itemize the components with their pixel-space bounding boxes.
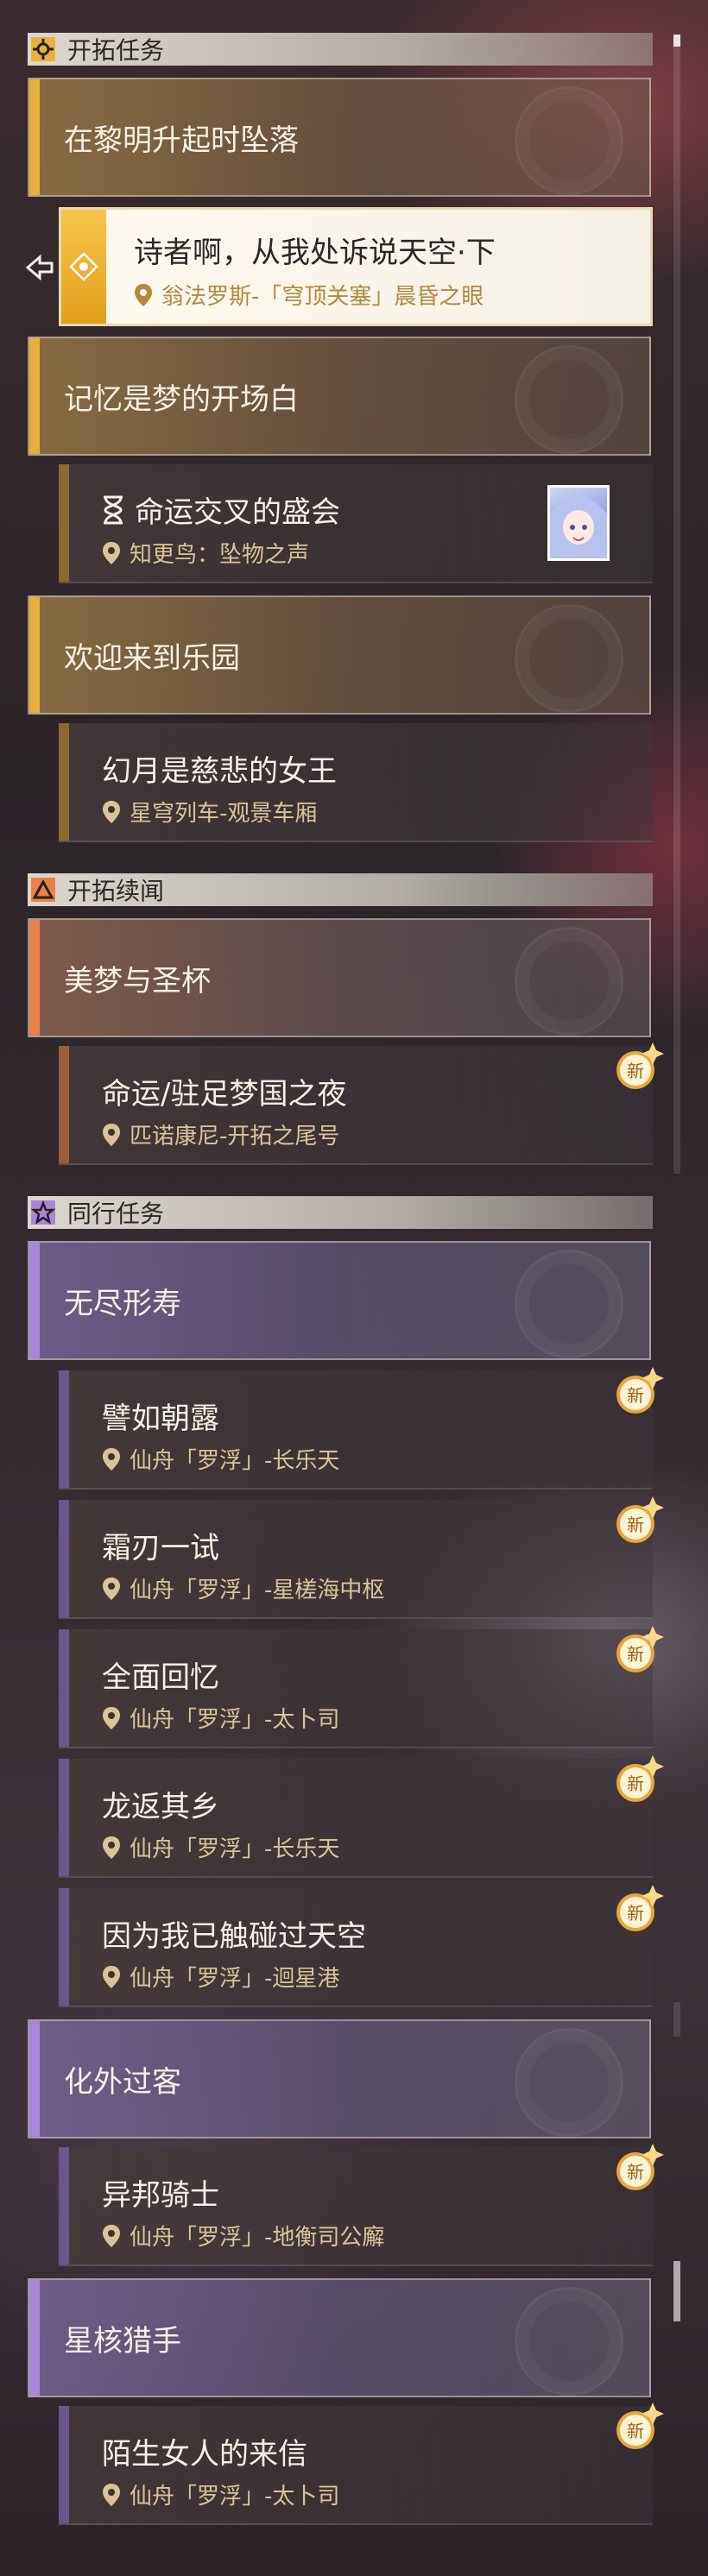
- trailblaze-icon: [29, 35, 57, 63]
- scrollbar-track[interactable]: [673, 2002, 680, 2037]
- quest-title: 诗者啊，从我处诉说天空·下: [134, 236, 496, 270]
- quest-location: 翁法罗斯-「穹顶关塞」晨昏之眼: [134, 279, 484, 311]
- quest-item[interactable]: 龙返其乡 仙舟「罗浮」-长乐天 新: [59, 1755, 664, 1878]
- group-title: 星核猎手: [64, 2323, 181, 2359]
- section-header-trailblaze: 开拓任务: [28, 33, 653, 66]
- quest-location: 仙舟「罗浮」-星槎海中枢: [102, 1572, 384, 1604]
- svg-text:新: 新: [627, 1385, 644, 1406]
- quest-location: 仙舟「罗浮」-长乐天: [102, 1443, 339, 1475]
- new-badge: 新: [616, 2144, 664, 2190]
- svg-text:新: 新: [627, 1061, 644, 1081]
- location-pin-icon: [103, 1836, 120, 1859]
- group-title: 记忆是梦的开场白: [64, 381, 299, 417]
- group-title: 美梦与圣杯: [64, 963, 211, 998]
- quest-title: 龙返其乡: [102, 1790, 219, 1824]
- quest-title: 异邦骑士: [102, 2178, 219, 2213]
- quest-location: 匹诺康尼-开拓之尾号: [102, 1118, 339, 1150]
- svg-text:新: 新: [627, 1773, 644, 1794]
- quest-location: 仙舟「罗浮」-地衡司公廨: [102, 2220, 384, 2252]
- quest-item[interactable]: 幻月是慈悲的女王 星穹列车-观景车厢: [59, 723, 653, 842]
- group-emblem-icon: [515, 604, 623, 713]
- quest-group-header[interactable]: 星核猎手: [28, 2278, 651, 2397]
- scrollbar-thumb[interactable]: [673, 35, 680, 47]
- location-pin-icon: [135, 283, 152, 306]
- quest-location: 仙舟「罗浮」-太卜司: [102, 2478, 339, 2510]
- quest-item[interactable]: 陌生女人的来信 仙舟「罗浮」-太卜司 新: [59, 2403, 664, 2525]
- quest-location: 星穹列车-观景车厢: [102, 796, 317, 828]
- quest-title: 陌生女人的来信: [102, 2437, 307, 2472]
- quest-item[interactable]: 异邦骑士 仙舟「罗浮」-地衡司公廨 新: [59, 2144, 664, 2266]
- scrollbar-track[interactable]: [673, 35, 680, 1174]
- triangle-icon: [29, 876, 57, 904]
- active-quest[interactable]: 诗者啊，从我处诉说天空·下 翁法罗斯-「穹顶关塞」晨昏之眼: [59, 207, 653, 326]
- quest-location: 知更鸟：坠物之声: [102, 537, 309, 569]
- group-emblem-icon: [515, 86, 623, 195]
- section-label: 开拓续闻: [67, 877, 165, 905]
- group-title: 化外过客: [64, 2064, 181, 2100]
- svg-text:新: 新: [627, 2162, 644, 2182]
- svg-text:新: 新: [627, 2421, 644, 2441]
- group-emblem-icon: [515, 927, 623, 1036]
- group-title: 欢迎来到乐园: [64, 640, 240, 676]
- quest-group-header[interactable]: 无尽形寿: [28, 1241, 651, 1360]
- new-badge: 新: [616, 1755, 664, 1802]
- group-title: 在黎明升起时坠落: [64, 123, 299, 158]
- location-pin-icon: [103, 1965, 120, 1988]
- quest-location: 仙舟「罗浮」-迴星港: [102, 1961, 339, 1993]
- quest-title: 因为我已触碰过天空: [102, 1919, 366, 1954]
- location-pin-icon: [103, 2224, 120, 2247]
- quest-item[interactable]: 譬如朝露 仙舟「罗浮」-长乐天 新: [59, 1367, 664, 1490]
- new-badge: 新: [616, 1885, 664, 1931]
- quest-group-header[interactable]: 化外过客: [28, 2019, 651, 2138]
- location-pin-icon: [103, 1447, 120, 1471]
- star-icon: [29, 1199, 57, 1226]
- quest-title: 命运/驻足梦国之夜: [102, 1077, 347, 1112]
- selection-pointer-icon: [25, 254, 54, 281]
- quest-item[interactable]: 命运/驻足梦国之夜 匹诺康尼-开拓之尾号 新: [59, 1042, 664, 1165]
- location-pin-icon: [103, 1577, 120, 1600]
- quest-title: 幻月是慈悲的女王: [102, 754, 337, 789]
- new-badge: 新: [616, 1042, 664, 1089]
- quest-location: 仙舟「罗浮」-太卜司: [102, 1702, 339, 1734]
- quest-title: 譬如朝露: [102, 1401, 219, 1436]
- section-label: 同行任务: [67, 1200, 165, 1228]
- svg-text:新: 新: [627, 1644, 644, 1665]
- scrollbar-track[interactable]: [673, 2261, 680, 2321]
- new-badge: 新: [616, 1626, 664, 1672]
- hourglass-icon: [104, 495, 123, 524]
- location-pin-icon: [103, 541, 120, 564]
- location-pin-icon: [103, 2483, 120, 2506]
- character-avatar: [547, 485, 610, 561]
- quest-title: 命运交叉的盛会: [102, 488, 340, 531]
- quest-title: 全面回忆: [102, 1660, 219, 1695]
- location-pin-icon: [103, 1123, 120, 1146]
- quest-item[interactable]: 全面回忆 仙舟「罗浮」-太卜司 新: [59, 1626, 664, 1748]
- svg-text:新: 新: [627, 1903, 644, 1924]
- group-emblem-icon: [515, 2028, 623, 2137]
- group-emblem-icon: [515, 1250, 623, 1358]
- quest-item[interactable]: 命运交叉的盛会 知更鸟：坠物之声: [59, 464, 653, 583]
- new-badge: 新: [616, 1367, 664, 1414]
- section-label: 开拓任务: [67, 36, 165, 65]
- tracked-quest-icon: [61, 210, 106, 324]
- quest-group-header[interactable]: 欢迎来到乐园: [28, 595, 651, 715]
- location-pin-icon: [103, 1706, 120, 1729]
- group-emblem-icon: [515, 2287, 623, 2396]
- svg-text:新: 新: [627, 1515, 644, 1535]
- section-header-companion-continuance: 开拓续闻: [28, 873, 653, 906]
- quest-group-header[interactable]: 美梦与圣杯: [28, 918, 651, 1037]
- quest-location: 仙舟「罗浮」-长乐天: [102, 1831, 339, 1863]
- new-badge: 新: [616, 2403, 664, 2449]
- group-title: 无尽形寿: [64, 1286, 181, 1321]
- quest-item[interactable]: 因为我已触碰过天空 仙舟「罗浮」-迴星港 新: [59, 1885, 664, 2007]
- quest-title: 霜刃一试: [102, 1531, 219, 1565]
- section-header-companion-missions: 同行任务: [28, 1196, 653, 1229]
- quest-item[interactable]: 霜刃一试 仙舟「罗浮」-星槎海中枢 新: [59, 1496, 664, 1619]
- new-badge: 新: [616, 1496, 664, 1543]
- quest-group-header[interactable]: 在黎明升起时坠落: [28, 78, 651, 197]
- group-emblem-icon: [515, 345, 623, 454]
- location-pin-icon: [103, 800, 120, 823]
- quest-group-header[interactable]: 记忆是梦的开场白: [28, 337, 651, 456]
